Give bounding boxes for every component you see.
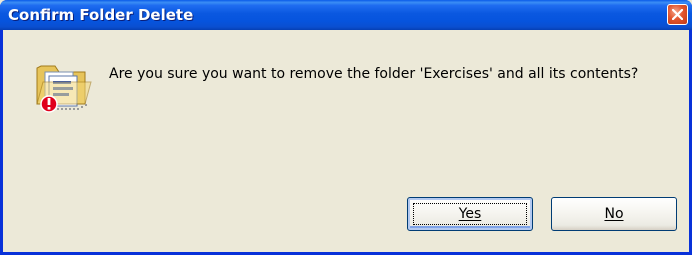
yes-button[interactable]: Yes [407,197,533,231]
close-icon [672,9,683,20]
focus-ring [413,203,527,225]
title-bar[interactable]: Confirm Folder Delete [0,0,692,30]
folder-delete-warning-icon [35,58,93,114]
no-button[interactable]: No [551,197,677,231]
confirm-folder-delete-dialog: Confirm Folder Delete Are you sure you w… [0,0,692,255]
confirmation-message: Are you sure you want to remove the fold… [109,66,639,82]
close-button[interactable] [667,4,688,25]
dialog-title: Confirm Folder Delete [8,6,194,24]
no-button-label: No [604,206,624,222]
